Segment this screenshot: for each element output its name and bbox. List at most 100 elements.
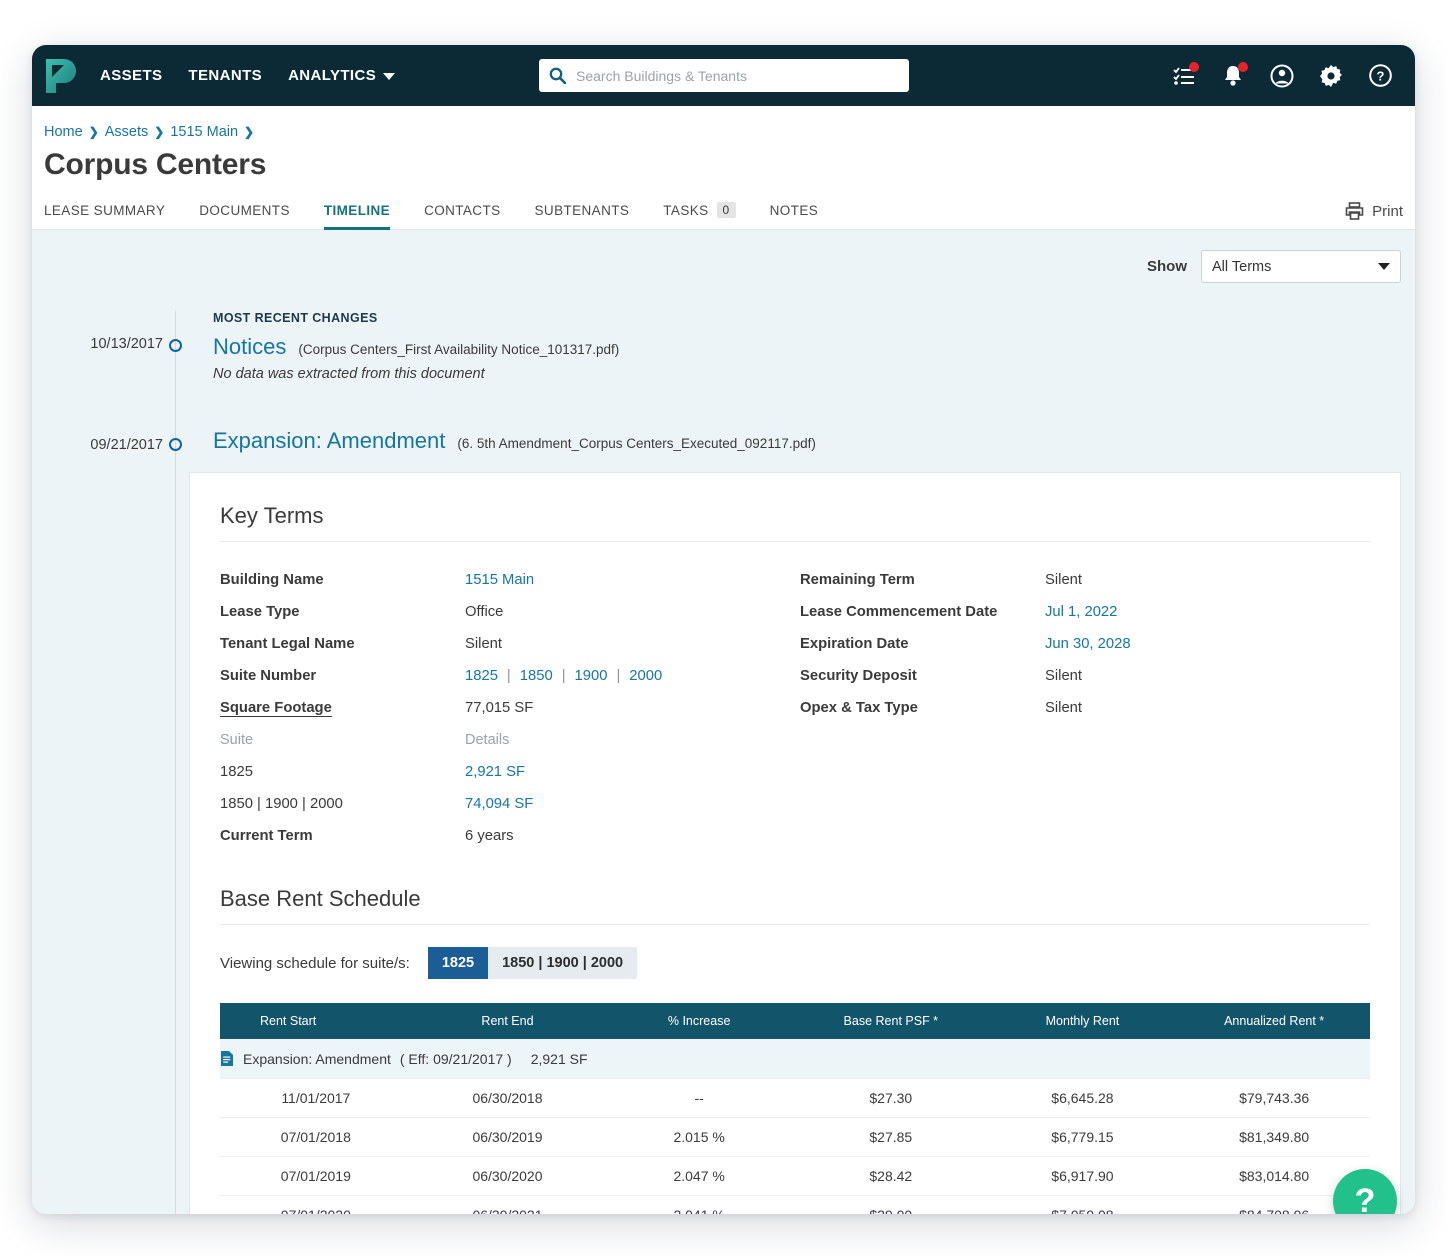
tab-contacts[interactable]: CONTACTS (424, 203, 500, 229)
key-term-value-suite-number: 1825 | 1850 | 1900 | 2000 (465, 660, 800, 692)
suite-link-1825[interactable]: 1825 (465, 668, 498, 684)
timeline-entry-title[interactable]: Expansion: Amendment (213, 428, 445, 454)
timeline-entry-header: Notices (Corpus Centers_First Availabili… (213, 334, 1415, 360)
column-header-base-rent-psf[interactable]: Base Rent PSF * (794, 1003, 987, 1039)
tab-subtenants[interactable]: SUBTENANTS (535, 203, 630, 229)
page-header: Home ❯ Assets ❯ 1515 Main ❯ Corpus Cente… (32, 106, 1415, 230)
terms-filter-select[interactable]: All Terms (1201, 250, 1401, 283)
table-body: Expansion: Amendment ( Eff: 09/21/2017 )… (220, 1039, 1370, 1214)
breadcrumb-separator-icon: ❯ (88, 125, 99, 139)
timeline-entry-filename: (Corpus Centers_First Availability Notic… (298, 342, 620, 357)
breadcrumb: Home ❯ Assets ❯ 1515 Main ❯ (32, 124, 1415, 140)
timeline-entry-filename: (6. 5th Amendment_Corpus Centers_Execute… (457, 436, 816, 451)
cell-monthly-rent: $6,779.15 (986, 1117, 1179, 1157)
tab-documents[interactable]: DOCUMENTS (199, 203, 290, 229)
document-group-square-footage: 2,921 SF (530, 1050, 588, 1067)
table-row[interactable]: 07/01/2018 06/30/2019 2.015 % $27.85 $6,… (220, 1117, 1370, 1157)
breadcrumb-item-home[interactable]: Home (44, 124, 83, 140)
search-input[interactable] (574, 66, 899, 85)
suite-tab-1825[interactable]: 1825 (427, 947, 489, 979)
account-circle-icon[interactable] (1269, 63, 1295, 89)
cell-rent-end: 06/30/2018 (411, 1078, 604, 1118)
tab-timeline[interactable]: TIMELINE (323, 203, 391, 230)
key-term-value-building-name[interactable]: 1515 Main (465, 564, 800, 596)
suite-link-2000[interactable]: 2000 (629, 668, 662, 684)
tab-documents-label: DOCUMENTS (199, 203, 290, 218)
search-bar[interactable] (539, 59, 909, 92)
proptech-logo[interactable] (46, 58, 76, 93)
filter-row: Show All Terms (32, 230, 1415, 283)
column-header-percent-increase[interactable]: % Increase (603, 1003, 795, 1039)
timeline-marker-icon (169, 438, 182, 451)
lease-detail-card: Key Terms Building Name 1515 Main Remain… (189, 472, 1401, 1214)
chevron-down-icon (383, 73, 396, 80)
document-group-row[interactable]: Expansion: Amendment ( Eff: 09/21/2017 )… (220, 1039, 1370, 1079)
nav-item-assets[interactable]: ASSETS (100, 67, 162, 84)
timeline-entry-title[interactable]: Notices (213, 334, 286, 360)
column-header-annualized-rent[interactable]: Annualized Rent * (1178, 1003, 1370, 1039)
key-term-label-expiration-date: Expiration Date (800, 636, 909, 652)
cell-percent-increase: -- (603, 1078, 795, 1118)
timeline-entry-date: 09/21/2017 (90, 437, 163, 453)
key-term-label-remaining-term: Remaining Term (800, 572, 915, 588)
nav-icon-group: ? (1171, 61, 1393, 89)
document-group-effective-date: ( Eff: 09/21/2017 ) (399, 1050, 512, 1067)
svg-text:?: ? (1376, 69, 1384, 84)
show-label: Show (1147, 258, 1187, 275)
terms-filter-selected-value: All Terms (1212, 258, 1272, 275)
notifications-bell-icon[interactable] (1220, 61, 1248, 89)
tab-lease-summary[interactable]: LEASE SUMMARY (44, 203, 165, 229)
cell-percent-increase: 2.041 % (603, 1195, 795, 1214)
table-row[interactable]: 07/01/2019 06/30/2020 2.047 % $28.42 $6,… (220, 1156, 1370, 1196)
key-term-value-lease-type: Office (465, 604, 504, 620)
cell-monthly-rent: $7,059.08 (986, 1195, 1179, 1214)
tab-notes[interactable]: NOTES (770, 203, 819, 229)
suite-link-1850[interactable]: 1850 (520, 668, 553, 684)
page-title: Corpus Centers (44, 148, 267, 181)
tab-contacts-label: CONTACTS (424, 203, 501, 218)
cell-rent-end: 06/30/2019 (411, 1117, 604, 1157)
square-footage-row-details[interactable]: 74,094 SF (465, 788, 800, 820)
most-recent-changes-label: MOST RECENT CHANGES (213, 311, 378, 325)
key-term-value-expiration-date[interactable]: Jun 30, 2028 (1045, 628, 1370, 660)
cell-base-rent-psf: $28.42 (794, 1156, 987, 1196)
document-group-title: Expansion: Amendment (243, 1050, 391, 1067)
cell-annualized-rent: $81,349.80 (1178, 1117, 1370, 1157)
cell-base-rent-psf: $29.00 (794, 1195, 987, 1214)
suite-link-1900[interactable]: 1900 (575, 668, 608, 684)
cell-annualized-rent: $79,743.36 (1178, 1078, 1370, 1118)
nav-item-tenants[interactable]: TENANTS (188, 67, 262, 84)
suite-tab-1850-1900-2000[interactable]: 1850 | 1900 | 2000 (488, 947, 638, 979)
table-header-row: Rent Start Rent End % Increase Base Rent… (220, 1003, 1370, 1039)
tab-tasks-count-badge: 0 (716, 202, 736, 218)
table-row[interactable]: 11/01/2017 06/30/2018 -- $27.30 $6,645.2… (220, 1078, 1370, 1118)
breadcrumb-separator-icon: ❯ (244, 125, 255, 139)
key-term-value-lease-commencement-date[interactable]: Jul 1, 2022 (1045, 596, 1370, 628)
nav-item-analytics[interactable]: ANALYTICS (288, 67, 396, 84)
square-footage-row-details[interactable]: 2,921 SF (465, 756, 800, 788)
app-window: ASSETS TENANTS ANALYTICS Search Building… (32, 45, 1415, 1214)
breadcrumb-item-assets[interactable]: Assets (105, 124, 149, 140)
column-header-rent-end[interactable]: Rent End (411, 1003, 604, 1039)
timeline-entry-date: 10/13/2017 (90, 336, 163, 352)
tasks-checklist-icon[interactable] (1171, 61, 1199, 89)
column-header-rent-start[interactable]: Rent Start (220, 1003, 412, 1039)
settings-gear-icon[interactable] (1318, 63, 1344, 89)
table-row[interactable]: 07/01/2020 06/30/2021 2.041 % $29.00 $7,… (220, 1195, 1370, 1214)
print-button[interactable]: Print (1345, 202, 1403, 229)
column-header-monthly-rent[interactable]: Monthly Rent (986, 1003, 1179, 1039)
timeline-marker-icon (169, 339, 182, 352)
help-question-icon[interactable]: ? (1367, 63, 1393, 89)
key-term-label-lease-commencement-date: Lease Commencement Date (800, 604, 998, 620)
cell-monthly-rent: $6,917.90 (986, 1156, 1179, 1196)
timeline-entry-body: MOST RECENT CHANGES Notices (Corpus Cent… (189, 311, 1415, 382)
notifications-badge (1238, 61, 1248, 72)
tab-tasks[interactable]: TASKS 0 (663, 202, 736, 229)
viewing-schedule-label: Viewing schedule for suite/s: (220, 954, 410, 972)
breadcrumb-item-1515-main[interactable]: 1515 Main (170, 124, 238, 140)
key-term-label-square-footage[interactable]: Square Footage (220, 692, 465, 724)
